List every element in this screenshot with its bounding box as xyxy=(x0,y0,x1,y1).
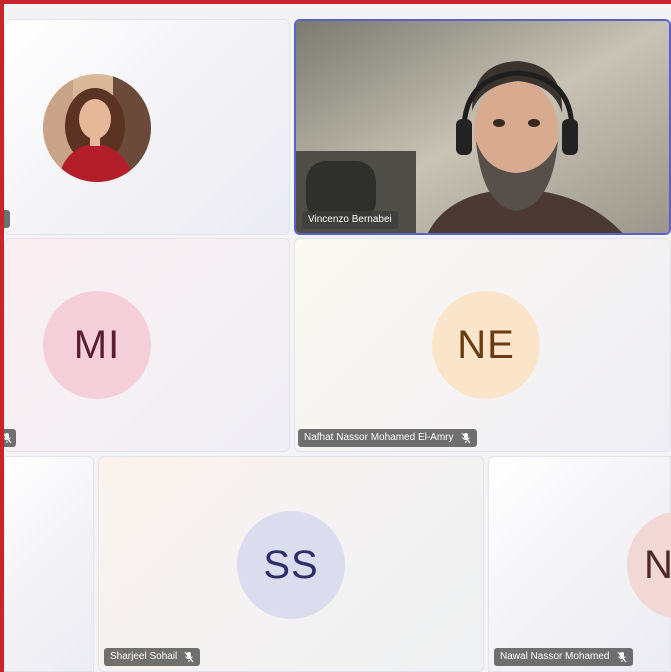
participant-name-label xyxy=(4,210,10,228)
participant-video-tile[interactable]: Vincenzo Bernabei xyxy=(294,19,671,235)
mic-off-icon xyxy=(461,432,470,444)
participant-initials: N xyxy=(644,542,671,587)
participant-initials-avatar: N xyxy=(627,511,671,619)
screen-border-top xyxy=(0,0,671,4)
participant-photo-avatar xyxy=(43,74,151,182)
participant-name: Vincenzo Bernabei xyxy=(308,214,392,225)
participant-tile[interactable]: NE Nafhat Nassor Mohamed El-Amry xyxy=(294,238,671,452)
participant-tile[interactable] xyxy=(4,19,290,235)
participant-initials: MI xyxy=(73,322,121,367)
mic-off-icon xyxy=(184,651,194,663)
participant-initials-avatar: NE xyxy=(432,291,540,399)
mic-off-icon xyxy=(4,433,12,444)
participant-name-label: Sharjeel Sohail xyxy=(104,648,201,666)
participant-initials-avatar: MI xyxy=(43,291,151,399)
participant-tile[interactable]: MI xyxy=(4,238,290,452)
participant-initials: NE xyxy=(457,322,515,367)
participant-name-label: Nafhat Nassor Mohamed El-Amry xyxy=(298,429,477,447)
participant-initials: SS xyxy=(263,542,319,587)
participant-name: Nawal Nassor Mohamed xyxy=(500,651,610,662)
participant-tile[interactable] xyxy=(4,456,94,672)
participant-name-label: Vincenzo Bernabei xyxy=(302,211,398,229)
participant-tile[interactable]: N Nawal Nassor Mohamed xyxy=(488,456,671,672)
participant-name-label: Nawal Nassor Mohamed xyxy=(494,648,633,666)
participant-initials-avatar: SS xyxy=(237,511,345,619)
participant-tile[interactable]: SS Sharjeel Sohail xyxy=(98,456,484,672)
participant-name-label xyxy=(4,429,16,447)
participant-video-feed xyxy=(296,21,669,233)
participant-name: Nafhat Nassor Mohamed El-Amry xyxy=(304,432,454,443)
mic-off-icon xyxy=(617,651,626,663)
participant-name: Sharjeel Sohail xyxy=(110,651,178,662)
